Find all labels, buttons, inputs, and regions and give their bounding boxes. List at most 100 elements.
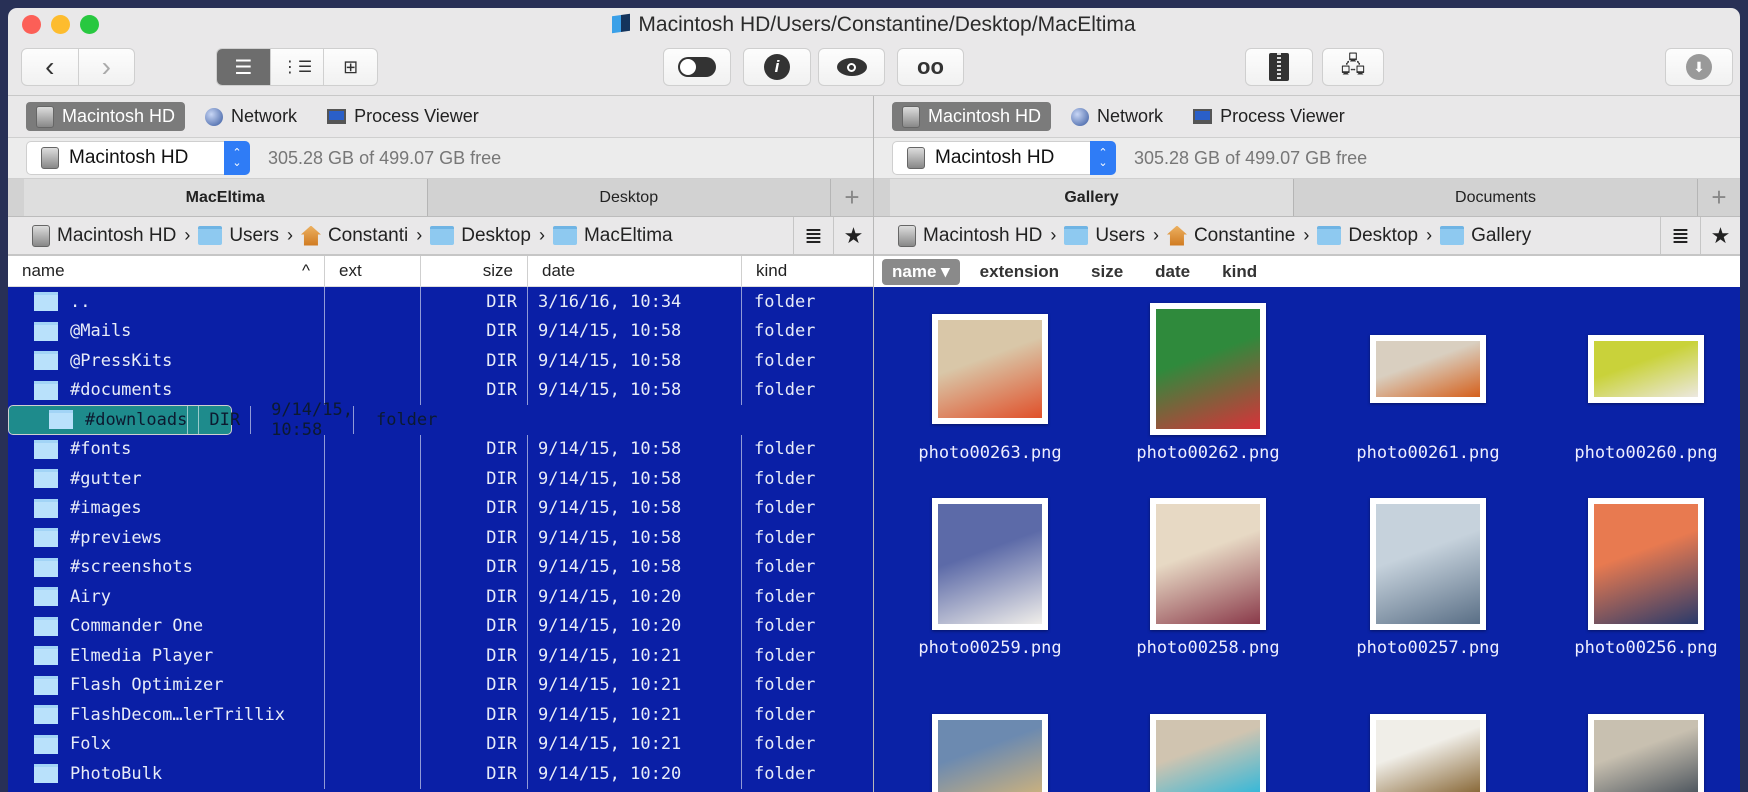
breadcrumb-item[interactable]: Desktop xyxy=(1317,225,1418,247)
forward-button[interactable]: › xyxy=(79,49,135,85)
breadcrumb-item[interactable]: MacEltima xyxy=(552,225,673,247)
table-row[interactable]: Commander One DIR 9/14/15, 10:20 folder xyxy=(8,611,873,641)
table-row[interactable]: #documents DIR 9/14/15, 10:58 folder xyxy=(8,375,873,405)
download-button[interactable]: ⬇ xyxy=(1665,48,1733,86)
cell-kind: folder xyxy=(754,380,816,401)
cell-date: 9/14/15, 10:58 xyxy=(528,375,742,405)
breadcrumb-item[interactable]: Users xyxy=(1064,225,1145,247)
gallery-item[interactable]: photo00257.png xyxy=(1319,482,1537,662)
sort-name-button[interactable]: name ▾ xyxy=(882,258,960,285)
table-row[interactable]: #gutter DIR 9/14/15, 10:58 folder xyxy=(8,464,873,494)
table-row[interactable]: FlashDecom…lerTrillix DIR 9/14/15, 10:21… xyxy=(8,700,873,730)
favorite-star-icon[interactable]: ★ xyxy=(833,217,873,254)
gallery-item[interactable] xyxy=(881,714,1099,792)
favorite-process-viewer[interactable]: Process Viewer xyxy=(317,102,489,131)
col-ext[interactable]: ext xyxy=(325,256,421,286)
gallery-item[interactable] xyxy=(1319,714,1537,792)
file-name: Commander One xyxy=(70,616,204,637)
back-button[interactable]: ‹ xyxy=(22,49,79,85)
cell-kind: folder xyxy=(375,409,438,430)
cell-size: DIR xyxy=(421,434,528,464)
breadcrumb-item[interactable]: Constantine xyxy=(1166,225,1295,247)
favorite-macintosh-hd[interactable]: Macintosh HD xyxy=(892,102,1052,131)
sort-size-button[interactable]: size xyxy=(1075,262,1139,282)
cell-name: #screenshots xyxy=(8,552,325,582)
col-size[interactable]: size xyxy=(421,256,528,286)
list-options-icon[interactable]: ≣ xyxy=(1660,217,1700,254)
breadcrumb-item[interactable]: Users xyxy=(198,225,279,247)
drive-select[interactable]: Macintosh HD ⌃ ⌄ xyxy=(26,141,250,175)
col-date[interactable]: date xyxy=(528,256,742,286)
tab-gallery[interactable]: Gallery xyxy=(890,179,1294,216)
folder-icon xyxy=(34,557,58,577)
hard-drive-icon xyxy=(907,147,925,169)
table-row[interactable]: Flash Optimizer DIR 9/14/15, 10:21 folde… xyxy=(8,670,873,700)
search-button[interactable]: oo xyxy=(897,48,964,86)
hidden-files-toggle[interactable] xyxy=(663,48,731,86)
table-row[interactable]: PhotoBulk DIR 9/14/15, 10:20 folder xyxy=(8,759,873,789)
list-view-icon[interactable]: ☰ xyxy=(217,49,271,85)
tab-maceltima[interactable]: MacEltima xyxy=(24,179,428,216)
folder-icon xyxy=(34,764,58,784)
cell-date: 9/14/15, 10:58 xyxy=(261,400,354,440)
table-row[interactable]: @PressKits DIR 9/14/15, 10:58 folder xyxy=(8,346,873,376)
thumbnail-view-icon[interactable]: ⊞ xyxy=(324,49,377,85)
list-options-icon[interactable]: ≣ xyxy=(793,217,833,254)
add-tab-button[interactable]: + xyxy=(831,179,873,216)
cell-ext xyxy=(325,641,421,671)
col-name[interactable]: name ^ xyxy=(8,256,325,286)
sort-kind-button[interactable]: kind xyxy=(1206,262,1273,282)
favorite-star-icon[interactable]: ★ xyxy=(1700,217,1740,254)
gallery-item[interactable]: photo00256.png xyxy=(1537,482,1740,662)
detail-view-icon[interactable]: ⋮☰ xyxy=(271,49,325,85)
table-row[interactable]: #downloads DIR 9/14/15, 10:58 folder xyxy=(8,400,437,440)
info-icon: i xyxy=(764,54,790,80)
tab-documents[interactable]: Documents xyxy=(1294,179,1698,216)
gallery-item[interactable]: photo00260.png xyxy=(1537,287,1740,467)
tab-desktop[interactable]: Desktop xyxy=(428,179,831,216)
photo-filename: photo00261.png xyxy=(1356,443,1500,463)
gallery-item[interactable]: photo00258.png xyxy=(1099,482,1317,662)
cell-name: Commander One xyxy=(8,611,325,641)
favorite-network[interactable]: Network xyxy=(1061,102,1173,131)
gallery-item[interactable] xyxy=(1537,714,1740,792)
table-row[interactable]: #previews DIR 9/14/15, 10:58 folder xyxy=(8,523,873,553)
cell-name: .. xyxy=(8,287,325,317)
gallery-item[interactable] xyxy=(1099,714,1317,792)
drive-select[interactable]: Macintosh HD ⌃ ⌄ xyxy=(892,141,1116,175)
table-row[interactable]: #images DIR 9/14/15, 10:58 folder xyxy=(8,493,873,523)
table-row[interactable]: @Mails DIR 9/14/15, 10:58 folder xyxy=(8,316,873,346)
table-row[interactable]: #fonts DIR 9/14/15, 10:58 folder xyxy=(8,434,873,464)
favorite-macintosh-hd[interactable]: Macintosh HD xyxy=(26,102,186,131)
quick-look-button[interactable] xyxy=(818,48,885,86)
file-name: #fonts xyxy=(70,439,132,460)
favorite-network[interactable]: Network xyxy=(195,102,307,131)
sort-date-button[interactable]: date xyxy=(1139,262,1206,282)
network-connect-button[interactable]: 🖧 xyxy=(1322,48,1384,86)
nav-buttons: ‹ › xyxy=(21,48,135,86)
favorite-process-viewer[interactable]: Process Viewer xyxy=(1183,102,1355,131)
cell-date: 9/14/15, 10:21 xyxy=(528,729,742,759)
table-row[interactable]: Airy DIR 9/14/15, 10:20 folder xyxy=(8,582,873,612)
table-row[interactable]: .. DIR 3/16/16, 10:34 folder xyxy=(8,287,873,317)
gallery-item[interactable]: photo00261.png xyxy=(1319,287,1537,467)
add-tab-button[interactable]: + xyxy=(1698,179,1740,216)
col-kind[interactable]: kind xyxy=(742,256,873,286)
cell-size: DIR xyxy=(421,729,528,759)
archive-button[interactable] xyxy=(1245,48,1313,86)
breadcrumb-item[interactable]: Macintosh HD xyxy=(898,224,1042,247)
breadcrumb-item[interactable]: Gallery xyxy=(1440,225,1531,247)
table-row[interactable]: #screenshots DIR 9/14/15, 10:58 folder xyxy=(8,552,873,582)
sort-extension-button[interactable]: extension xyxy=(964,262,1075,282)
gallery-item[interactable]: photo00263.png xyxy=(881,287,1099,467)
breadcrumb-item[interactable]: Constanti xyxy=(300,225,408,247)
table-row[interactable]: Folx DIR 9/14/15, 10:21 folder xyxy=(8,729,873,759)
breadcrumb-item[interactable]: Desktop xyxy=(430,225,531,247)
gallery-item[interactable]: photo00262.png xyxy=(1099,287,1317,467)
breadcrumb-item[interactable]: Macintosh HD xyxy=(32,224,176,247)
gallery-item[interactable]: photo00259.png xyxy=(881,482,1099,662)
file-name: @Mails xyxy=(70,321,132,342)
table-row[interactable]: Elmedia Player DIR 9/14/15, 10:21 folder xyxy=(8,641,873,671)
info-button[interactable]: i xyxy=(743,48,811,86)
breadcrumb-separator: › xyxy=(1426,225,1433,245)
